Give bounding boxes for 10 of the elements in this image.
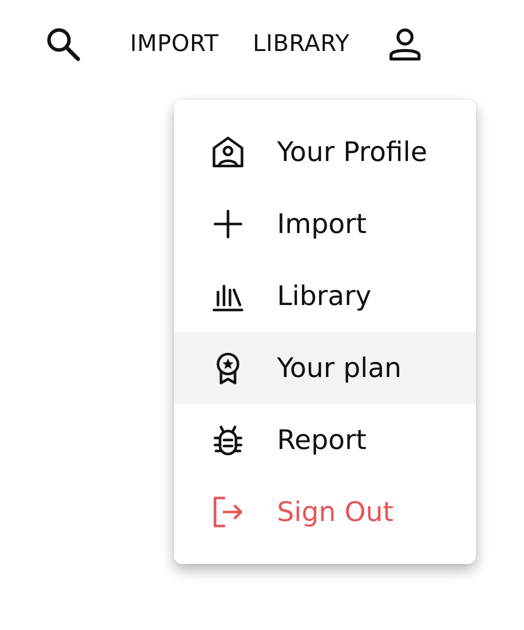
nav-link[interactable]: IMPORT [130, 31, 219, 57]
profile-icon [210, 134, 246, 170]
nav-link[interactable]: LIBRARY [252, 31, 350, 57]
menu-item[interactable]: Your Profile [174, 116, 476, 188]
menu-item[interactable]: Library [174, 260, 476, 332]
menu-item[interactable]: Sign Out [174, 476, 476, 548]
menu-item[interactable]: Report [174, 404, 476, 476]
user-icon[interactable] [388, 27, 422, 61]
menu-item[interactable]: Import [174, 188, 476, 260]
menu-item[interactable]: Your plan [174, 332, 476, 404]
